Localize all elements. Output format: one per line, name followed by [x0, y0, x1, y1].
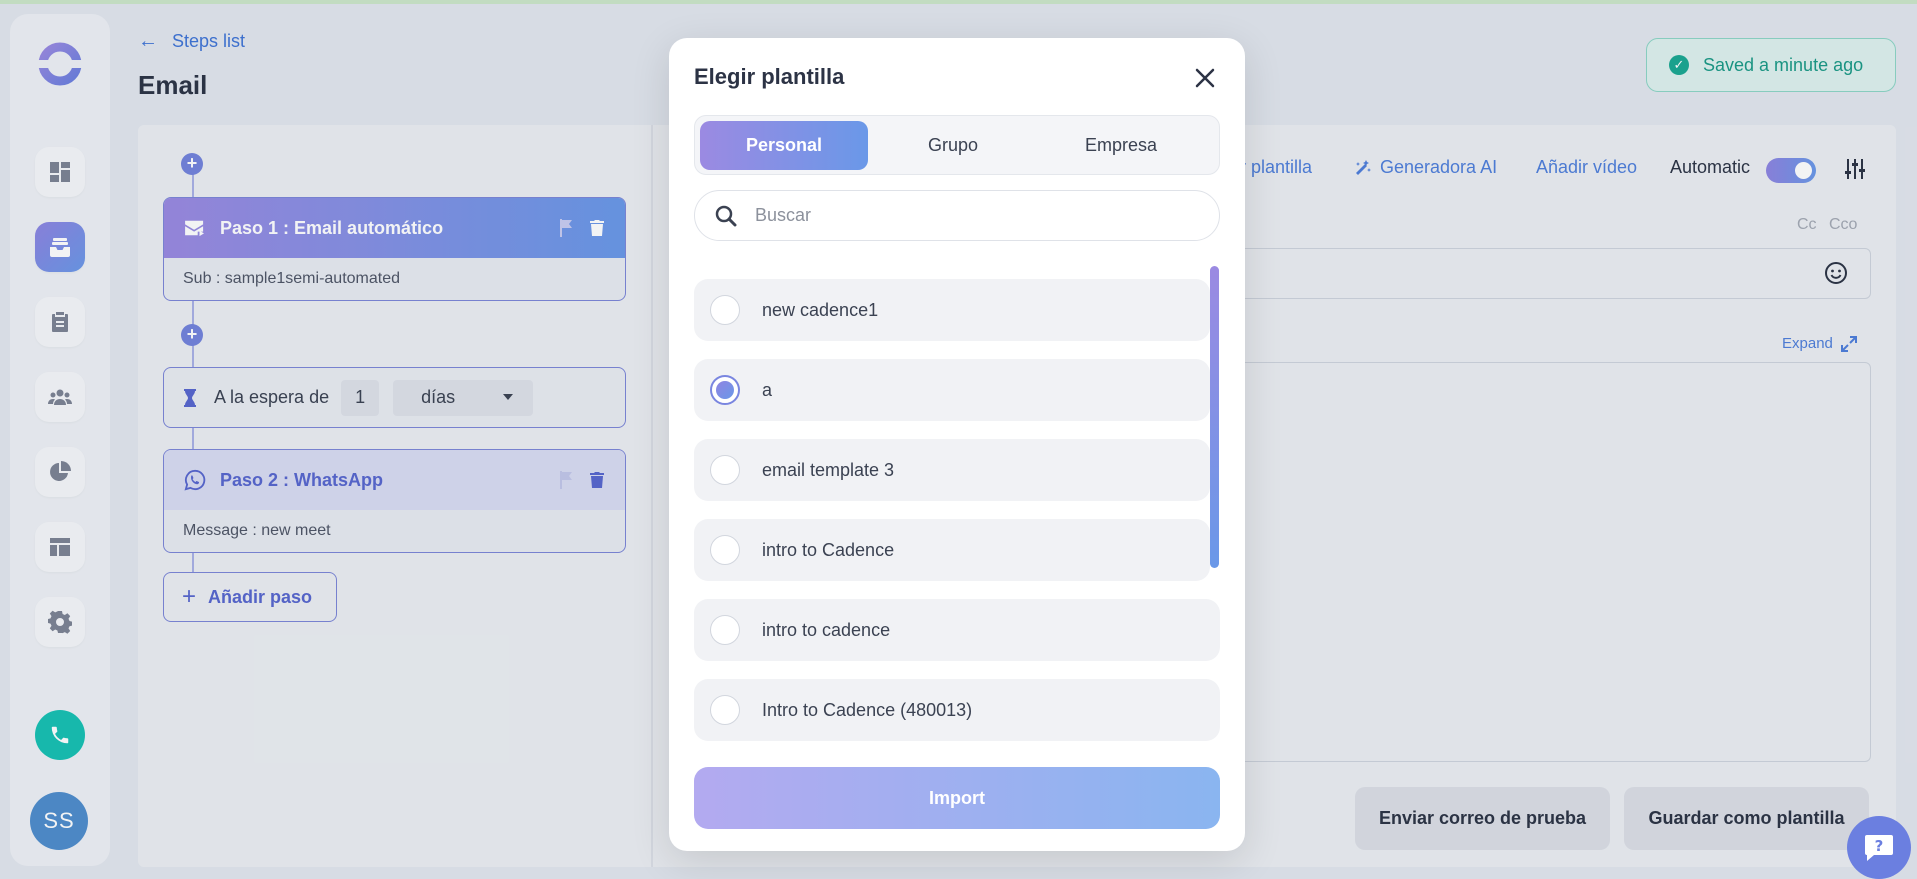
search-input[interactable] [755, 205, 1155, 226]
template-option[interactable]: Intro to Cadence (480013) [694, 679, 1220, 741]
template-search [694, 190, 1220, 241]
template-name: intro to Cadence [762, 539, 895, 560]
radio-button[interactable] [710, 615, 740, 645]
template-scope-tabs: Personal Grupo Empresa [694, 115, 1220, 175]
close-button[interactable] [1191, 64, 1219, 92]
radio-button[interactable] [710, 535, 740, 565]
radio-button[interactable] [710, 695, 740, 725]
template-option[interactable]: email template 3 [694, 439, 1210, 501]
template-name: intro to cadence [762, 619, 891, 640]
template-option[interactable]: intro to Cadence [694, 519, 1210, 581]
template-option[interactable]: intro to cadence [694, 599, 1220, 661]
close-icon [1195, 68, 1215, 88]
template-name: a [762, 379, 773, 400]
template-name: new cadence1 [762, 299, 879, 320]
template-option[interactable]: a [694, 359, 1210, 421]
radio-button-selected[interactable] [710, 375, 740, 405]
svg-text:?: ? [1875, 837, 1884, 855]
template-option[interactable]: new cadence1 [694, 279, 1210, 341]
help-chat-icon: ? [1865, 834, 1893, 861]
choose-template-modal: Elegir plantilla Personal Grupo Empresa … [669, 38, 1245, 851]
radio-button[interactable] [710, 455, 740, 485]
tab-empresa[interactable]: Empresa [1037, 121, 1205, 170]
import-button[interactable]: Import [694, 767, 1220, 829]
template-name: email template 3 [762, 459, 895, 480]
modal-title: Elegir plantilla [694, 64, 845, 89]
help-chat-button[interactable]: ? [1847, 816, 1911, 879]
search-icon [715, 205, 737, 226]
tab-grupo[interactable]: Grupo [869, 121, 1037, 170]
list-scrollbar[interactable] [1210, 266, 1219, 568]
template-name: Intro to Cadence (480013) [762, 699, 973, 720]
radio-button[interactable] [710, 295, 740, 325]
tab-personal[interactable]: Personal [700, 121, 868, 170]
